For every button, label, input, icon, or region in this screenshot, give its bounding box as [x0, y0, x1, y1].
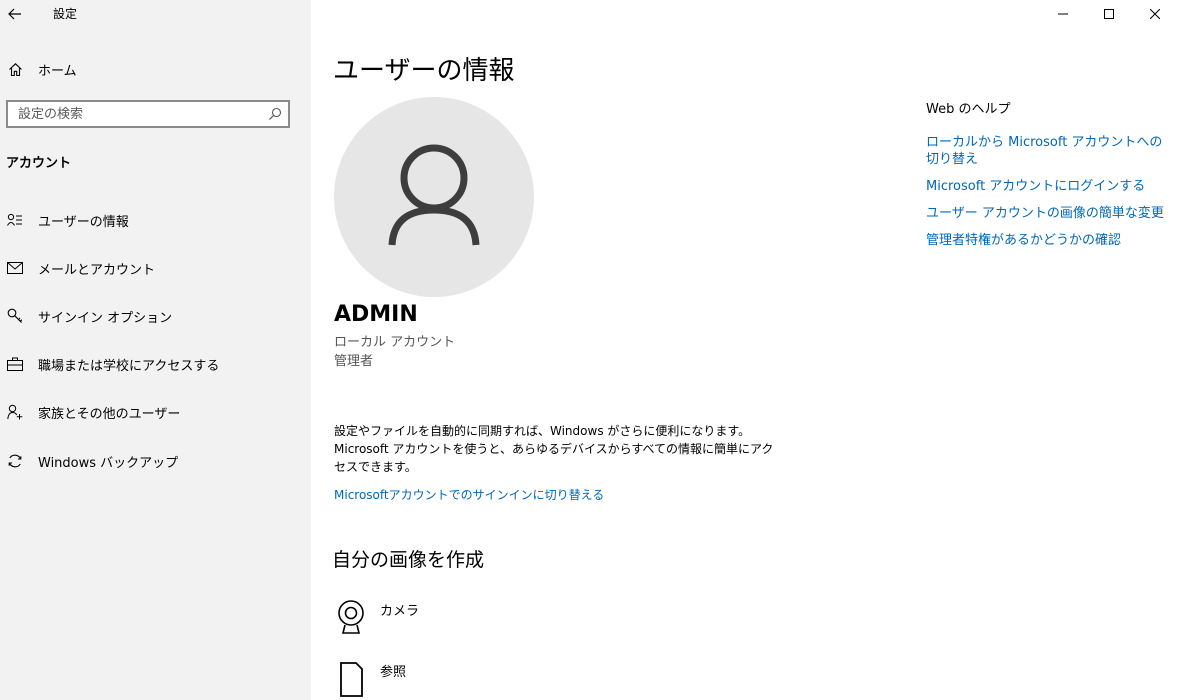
page-title: ユーザーの情報 — [333, 56, 515, 86]
web-help-panel: Web のヘルプ ローカルから Microsoft アカウントへの切り替え Mi… — [926, 98, 1166, 259]
camera-option[interactable]: カメラ — [336, 600, 419, 636]
maximize-icon — [1104, 9, 1114, 19]
sidebar-item-windows-backup[interactable]: Windows バックアップ — [0, 441, 311, 481]
sidebar-item-family-users[interactable]: 家族とその他のユーザー — [0, 392, 311, 432]
search-icon[interactable] — [262, 107, 288, 121]
briefcase-icon — [7, 356, 23, 372]
sidebar-item-mail-accounts[interactable]: メールとアカウント — [0, 248, 311, 288]
sync-description: 設定やファイルを自動的に同期すれば、Windows がさらに便利になります。 M… — [334, 422, 784, 476]
sidebar-item-label: 家族とその他のユーザー — [38, 406, 181, 422]
close-button[interactable] — [1132, 0, 1178, 28]
back-button[interactable] — [0, 0, 30, 28]
browse-option-label: 参照 — [380, 665, 407, 680]
sidebar-item-label: ユーザーの情報 — [38, 214, 129, 230]
sync-icon — [7, 453, 23, 469]
user-info-icon — [7, 212, 23, 228]
home-icon — [7, 61, 23, 77]
maximize-button[interactable] — [1086, 0, 1132, 28]
sidebar-item-home[interactable]: ホーム — [0, 49, 311, 89]
sidebar-item-user-info[interactable]: ユーザーの情報 — [0, 200, 311, 240]
back-arrow-icon — [8, 8, 21, 20]
user-name: ADMIN — [334, 302, 418, 327]
help-link-switch-account[interactable]: ローカルから Microsoft アカウントへの切り替え — [926, 134, 1166, 168]
sidebar-item-label: Windows バックアップ — [38, 455, 179, 471]
browse-option[interactable]: 参照 — [336, 661, 406, 697]
camera-icon — [336, 600, 366, 636]
window-controls — [1040, 0, 1178, 28]
create-picture-heading: 自分の画像を作成 — [332, 549, 485, 571]
sync-description-line: Microsoft アカウントを使うと、あらゆるデバイスからすべての情報に簡単に… — [334, 442, 774, 474]
browse-icon — [336, 661, 366, 697]
help-link-change-picture[interactable]: ユーザー アカウントの画像の簡単な変更 — [926, 205, 1166, 222]
minimize-button[interactable] — [1040, 0, 1086, 28]
sidebar: 設定 ホーム アカウント ユーザーの情報 — [0, 0, 311, 700]
account-role: 管理者 — [334, 354, 374, 369]
close-icon — [1150, 9, 1160, 19]
sidebar-item-label: ホーム — [38, 63, 77, 79]
switch-to-microsoft-account-link[interactable]: Microsoftアカウントでのサインインに切り替える — [334, 486, 604, 503]
avatar — [334, 97, 534, 297]
person-add-icon — [7, 404, 23, 420]
app-title: 設定 — [53, 7, 78, 21]
sidebar-item-label: サインイン オプション — [38, 310, 173, 326]
main-content: ユーザーの情報 ADMIN ローカル アカウント 管理者 設定やファイルを自動的… — [311, 0, 1178, 700]
web-help-title: Web のヘルプ — [926, 102, 1011, 117]
search-box[interactable] — [6, 100, 290, 128]
sidebar-item-sign-in-options[interactable]: サインイン オプション — [0, 296, 311, 336]
minimize-icon — [1058, 13, 1068, 15]
search-input[interactable] — [8, 105, 262, 123]
sidebar-item-work-school[interactable]: 職場または学校にアクセスする — [0, 344, 311, 384]
mail-icon — [7, 260, 23, 276]
account-type: ローカル アカウント — [334, 335, 456, 350]
key-icon — [7, 308, 23, 324]
sync-description-line: 設定やファイルを自動的に同期すれば、Windows がさらに便利になります。 — [334, 424, 751, 438]
sidebar-item-label: 職場または学校にアクセスする — [38, 358, 220, 374]
help-link-login-microsoft[interactable]: Microsoft アカウントにログインする — [926, 178, 1166, 195]
camera-option-label: カメラ — [380, 604, 420, 619]
person-icon — [388, 144, 480, 246]
section-header-accounts: アカウント — [6, 156, 72, 171]
sidebar-item-label: メールとアカウント — [38, 262, 156, 278]
help-link-check-admin[interactable]: 管理者特権があるかどうかの確認 — [926, 232, 1166, 249]
